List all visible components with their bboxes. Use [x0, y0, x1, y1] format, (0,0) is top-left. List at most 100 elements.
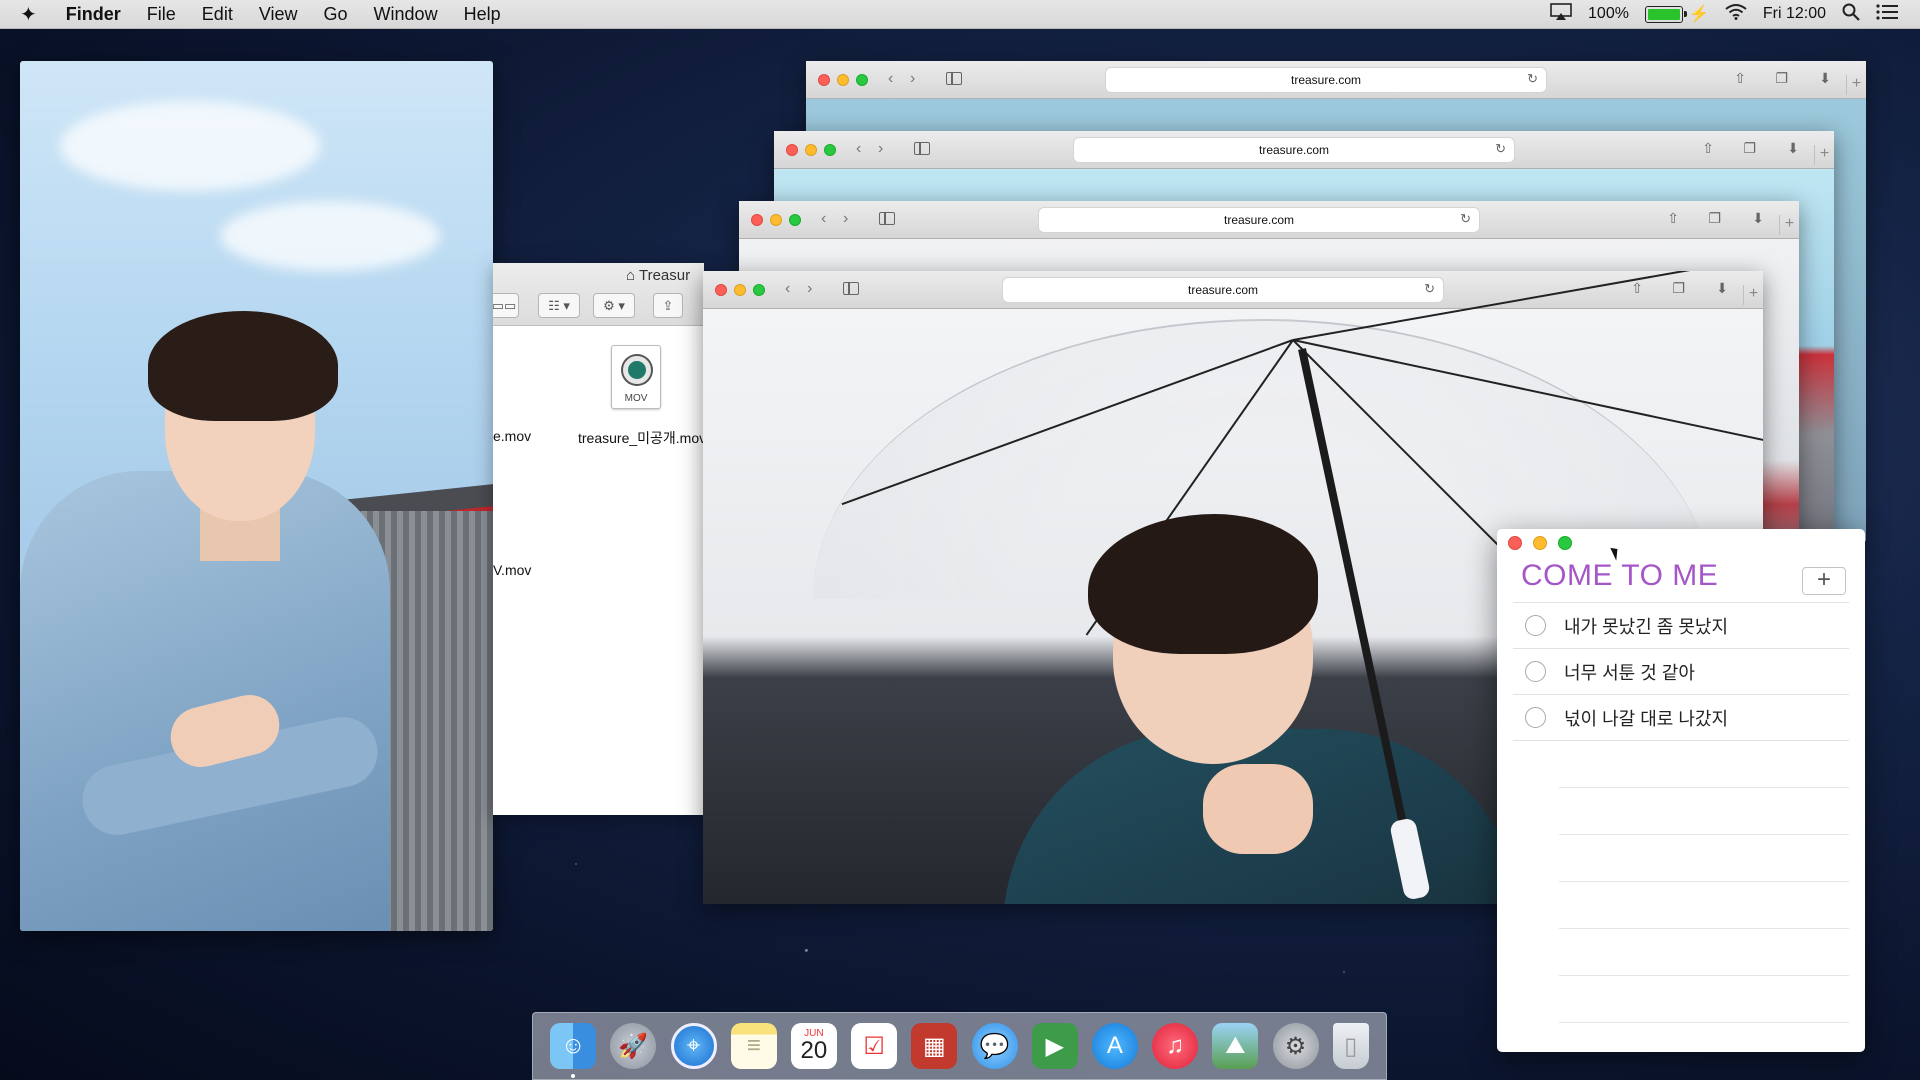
share-icon[interactable]: ⇧ — [1702, 140, 1714, 157]
calendar-icon[interactable]: JUN 20 — [790, 1023, 837, 1069]
address-bar[interactable]: treasure.com ↻ — [1039, 208, 1479, 232]
reminder-item[interactable]: 너무 서툰 것 같아 — [1513, 648, 1849, 695]
sidebar-icon[interactable] — [879, 212, 895, 225]
empty-row[interactable] — [1559, 788, 1849, 835]
notification-center-icon[interactable] — [1876, 3, 1898, 25]
zoom-button[interactable] — [1558, 536, 1572, 550]
share-button[interactable]: ⇪ — [653, 293, 683, 318]
back-icon[interactable]: ‹ — [821, 210, 826, 228]
close-button[interactable] — [1508, 536, 1522, 550]
zoom-button[interactable] — [789, 214, 801, 226]
close-button[interactable] — [751, 214, 763, 226]
new-tab-icon[interactable]: + — [1779, 215, 1799, 235]
zoom-button[interactable] — [824, 144, 836, 156]
reload-icon[interactable]: ↻ — [1495, 141, 1506, 157]
menu-go[interactable]: Go — [311, 4, 361, 25]
back-icon[interactable]: ‹ — [785, 280, 790, 298]
minimize-button[interactable] — [837, 74, 849, 86]
notes-icon[interactable]: ≡ — [730, 1023, 777, 1069]
minimize-button[interactable] — [734, 284, 746, 296]
finder-icon[interactable]: ☺ — [550, 1023, 597, 1078]
empty-row[interactable] — [1559, 929, 1849, 976]
forward-icon[interactable]: › — [843, 210, 848, 228]
minimize-button[interactable] — [1533, 536, 1547, 550]
reminder-item[interactable]: 내가 못났긴 좀 못났지 — [1513, 602, 1849, 649]
file-name[interactable]: V.mov — [493, 562, 531, 578]
forward-icon[interactable]: › — [807, 280, 812, 298]
downloads-icon[interactable]: ⬇ — [1819, 70, 1831, 87]
finder-window[interactable]: ⌂ Treasur ▭▭ ☷ ▾ ⚙ ▾ ⇪ MOV e.mov treasur… — [493, 263, 704, 815]
empty-row[interactable] — [1559, 976, 1849, 1023]
share-icon[interactable]: ⇧ — [1631, 280, 1643, 297]
tabs-icon[interactable]: ❐ — [1672, 280, 1685, 297]
sidebar-icon[interactable] — [946, 72, 962, 85]
photo-window-left[interactable] — [20, 61, 493, 931]
back-icon[interactable]: ‹ — [888, 70, 893, 88]
menu-window[interactable]: Window — [361, 4, 451, 25]
downloads-icon[interactable]: ⬇ — [1752, 210, 1764, 227]
clock[interactable]: Fri 12:00 — [1763, 5, 1826, 23]
sidebar-icon[interactable] — [843, 282, 859, 295]
launchpad-icon[interactable]: 🚀 — [610, 1023, 657, 1069]
address-bar[interactable]: treasure.com ↻ — [1106, 68, 1546, 92]
trash-icon[interactable]: ▯ — [1332, 1023, 1369, 1069]
file-name[interactable]: e.mov — [493, 428, 531, 444]
reminder-item[interactable]: 넋이 나갈 대로 나갔지 — [1513, 694, 1849, 741]
action-gear-button[interactable]: ⚙ ▾ — [593, 293, 635, 318]
tabs-icon[interactable]: ❐ — [1775, 70, 1788, 87]
reload-icon[interactable]: ↻ — [1424, 281, 1435, 297]
app-store-icon[interactable]: A — [1091, 1023, 1138, 1069]
forward-icon[interactable]: › — [910, 70, 915, 88]
file-name[interactable]: treasure_미공개.mov — [578, 428, 704, 448]
cover-flow-view-button[interactable]: ▭▭ — [493, 293, 519, 318]
empty-row[interactable] — [1559, 741, 1849, 788]
back-icon[interactable]: ‹ — [856, 140, 861, 158]
zoom-button[interactable] — [856, 74, 868, 86]
system-preferences-icon[interactable]: ⚙ — [1272, 1023, 1319, 1069]
minimize-button[interactable] — [770, 214, 782, 226]
airplay-icon[interactable] — [1550, 2, 1572, 26]
sidebar-icon[interactable] — [914, 142, 930, 155]
close-button[interactable] — [818, 74, 830, 86]
menu-view[interactable]: View — [246, 4, 311, 25]
reminder-checkbox[interactable] — [1525, 707, 1546, 728]
reload-icon[interactable]: ↻ — [1460, 211, 1471, 227]
tabs-icon[interactable]: ❐ — [1708, 210, 1721, 227]
zoom-button[interactable] — [753, 284, 765, 296]
downloads-icon[interactable]: ⬇ — [1787, 140, 1799, 157]
reminder-checkbox[interactable] — [1525, 615, 1546, 636]
safari-icon[interactable]: ⌖ — [670, 1023, 717, 1069]
reminders-window[interactable]: COME TO ME + 내가 못났긴 좀 못났지 너무 서툰 것 같아 넋이 … — [1497, 529, 1865, 1052]
close-button[interactable] — [715, 284, 727, 296]
reminder-text[interactable]: 너무 서툰 것 같아 — [1564, 659, 1695, 685]
reload-icon[interactable]: ↻ — [1527, 71, 1538, 87]
facetime-icon[interactable]: ▶ — [1031, 1023, 1078, 1069]
apple-menu-icon[interactable]: ✦ — [0, 2, 53, 27]
menu-app-name[interactable]: Finder — [53, 4, 134, 25]
add-reminder-button[interactable]: + — [1802, 567, 1846, 595]
address-bar[interactable]: treasure.com ↻ — [1003, 278, 1443, 302]
photo-booth-icon[interactable]: ▦ — [911, 1023, 958, 1069]
minimize-button[interactable] — [805, 144, 817, 156]
battery-icon[interactable] — [1644, 5, 1687, 23]
forward-icon[interactable]: › — [878, 140, 883, 158]
photos-icon[interactable]: ⛰ — [1212, 1023, 1259, 1069]
menu-file[interactable]: File — [134, 4, 189, 25]
new-tab-icon[interactable]: + — [1743, 285, 1763, 305]
share-icon[interactable]: ⇧ — [1667, 210, 1679, 227]
reminder-checkbox[interactable] — [1525, 661, 1546, 682]
music-icon[interactable]: ♫ — [1152, 1023, 1199, 1069]
mov-file-icon[interactable]: MOV — [611, 345, 661, 409]
empty-row[interactable] — [1559, 882, 1849, 929]
menu-help[interactable]: Help — [451, 4, 514, 25]
new-tab-icon[interactable]: + — [1846, 75, 1866, 95]
share-icon[interactable]: ⇧ — [1734, 70, 1746, 87]
menu-edit[interactable]: Edit — [189, 4, 246, 25]
new-tab-icon[interactable]: + — [1814, 145, 1834, 165]
arrange-button[interactable]: ☷ ▾ — [538, 293, 580, 318]
tabs-icon[interactable]: ❐ — [1743, 140, 1756, 157]
messages-icon[interactable]: 💬 — [971, 1023, 1018, 1069]
address-bar[interactable]: treasure.com ↻ — [1074, 138, 1514, 162]
reminder-text[interactable]: 내가 못났긴 좀 못났지 — [1564, 613, 1728, 639]
downloads-icon[interactable]: ⬇ — [1716, 280, 1728, 297]
